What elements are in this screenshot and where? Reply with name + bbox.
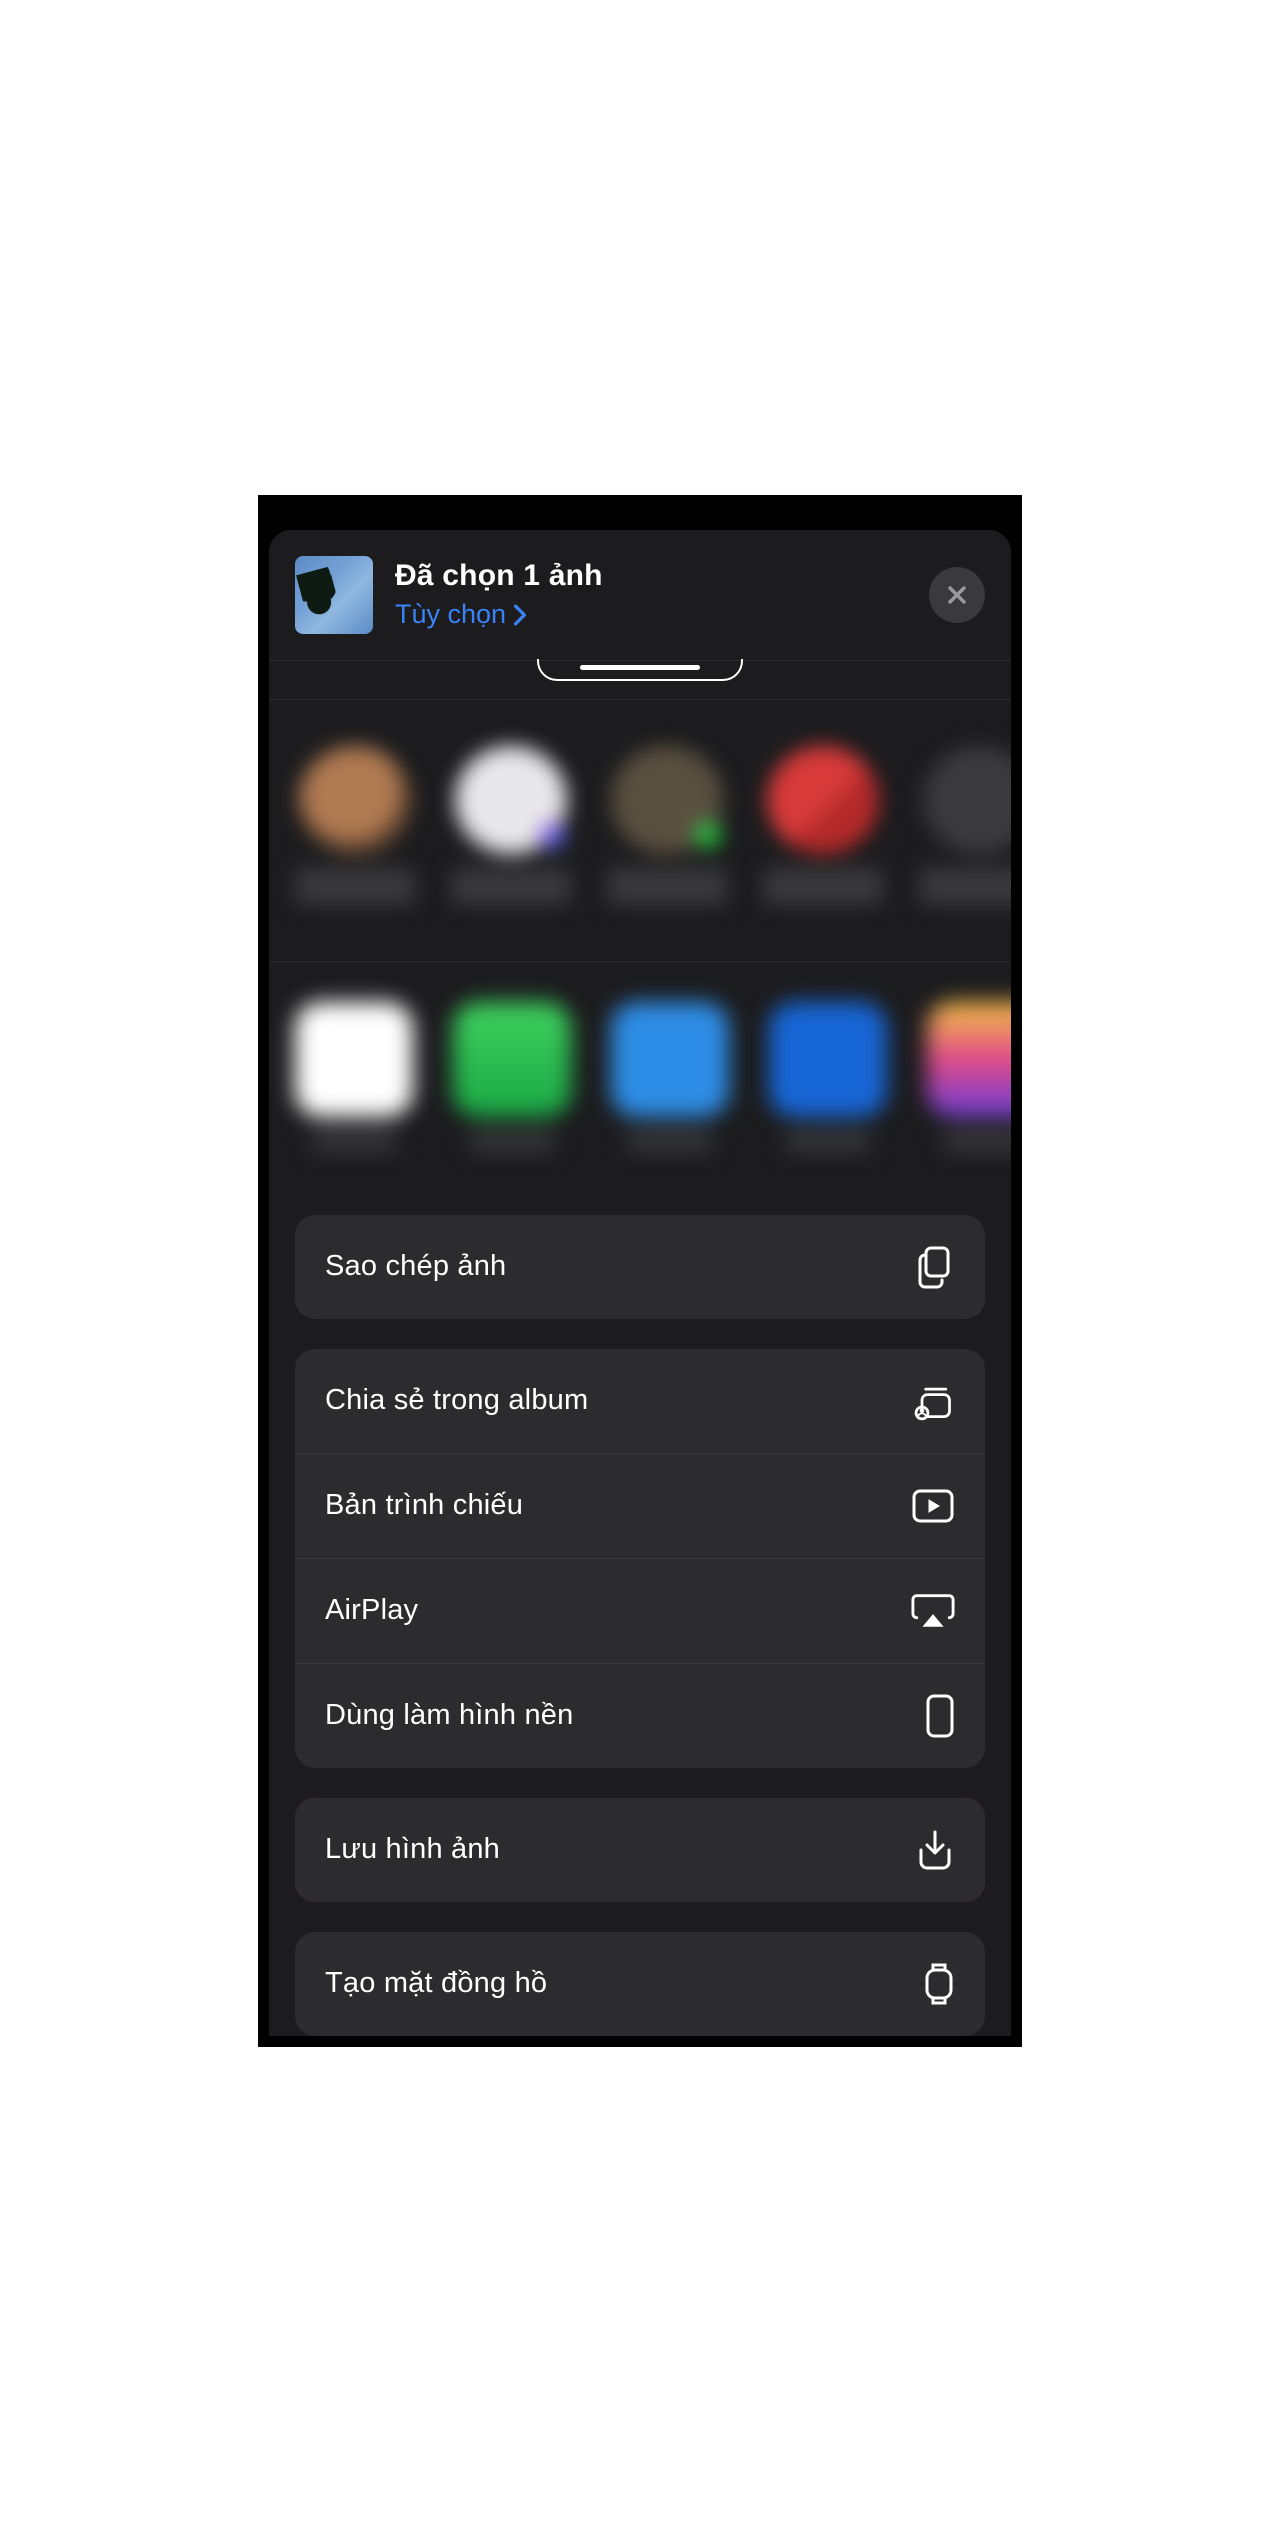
avatar	[923, 746, 1011, 855]
app-label	[786, 1131, 870, 1150]
share-app[interactable]	[927, 1002, 1011, 1150]
screen: Đã chọn 1 ảnh Tùy chọn	[269, 506, 1011, 2036]
avatar	[611, 746, 723, 855]
app-badge-icon	[539, 822, 565, 848]
share-apps-row	[269, 962, 1011, 1190]
device-frame: Đã chọn 1 ảnh Tùy chọn	[258, 495, 1022, 2047]
share-sheet: Đã chọn 1 ảnh Tùy chọn	[269, 530, 1011, 2036]
options-link[interactable]: Tùy chọn	[395, 599, 528, 630]
airdrop-contact[interactable]	[607, 746, 727, 906]
actions-list: Sao chép ảnh Chia sẻ trong album	[269, 1215, 1011, 2036]
sheet-header: Đã chọn 1 ảnh Tùy chọn	[269, 530, 1011, 661]
action-wallpaper[interactable]: Dùng làm hình nền	[295, 1664, 985, 1768]
selected-photo-thumbnail[interactable]	[295, 556, 373, 634]
app-tile-icon	[927, 1002, 1011, 1117]
share-app[interactable]	[453, 1002, 571, 1150]
action-label: Bản trình chiếu	[325, 1489, 523, 1522]
close-button[interactable]	[929, 567, 985, 623]
app-badge-icon	[695, 822, 721, 848]
avatar	[767, 746, 879, 855]
avatar	[299, 746, 411, 855]
share-app[interactable]	[769, 1002, 887, 1150]
play-rectangle-icon	[911, 1484, 955, 1528]
action-label: Lưu hình ảnh	[325, 1833, 500, 1866]
airdrop-contact[interactable]	[919, 746, 1011, 906]
download-icon	[911, 1828, 955, 1872]
share-app[interactable]	[611, 1002, 729, 1150]
action-slideshow[interactable]: Bản trình chiếu	[295, 1454, 985, 1558]
contact-label	[607, 868, 727, 905]
action-group: Chia sẻ trong album	[295, 1349, 985, 1768]
app-tile-icon	[453, 1002, 571, 1117]
app-tile-icon	[295, 1002, 413, 1117]
chevron-right-icon	[512, 604, 528, 626]
action-save-image[interactable]: Lưu hình ảnh	[295, 1798, 985, 1902]
contact-label	[295, 868, 415, 905]
action-label: Dùng làm hình nền	[325, 1699, 573, 1732]
contact-label	[763, 868, 883, 905]
airplay-icon	[911, 1589, 955, 1633]
app-label	[944, 1131, 1011, 1150]
close-icon	[945, 583, 969, 607]
action-airplay[interactable]: AirPlay	[295, 1559, 985, 1663]
action-create-watch-face[interactable]: Tạo mặt đồng hồ	[295, 1932, 985, 2036]
options-label: Tùy chọn	[395, 599, 506, 630]
share-app[interactable]	[295, 1002, 413, 1150]
action-group: Tạo mặt đồng hồ	[295, 1932, 985, 2036]
copy-icon	[911, 1245, 955, 1289]
airdrop-contacts-row	[269, 700, 1011, 963]
selection-title: Đã chọn 1 ảnh	[395, 559, 929, 593]
airdrop-contact[interactable]	[763, 746, 883, 906]
action-group-highlighted: Lưu hình ảnh	[295, 1798, 985, 1902]
airdrop-contact[interactable]	[295, 746, 415, 906]
contact-label	[451, 868, 571, 905]
apple-watch-icon	[911, 1962, 955, 2006]
action-label: Tạo mặt đồng hồ	[325, 1967, 547, 2000]
airdrop-contact[interactable]	[451, 746, 571, 906]
app-tile-icon	[769, 1002, 887, 1117]
action-group: Sao chép ảnh	[295, 1215, 985, 1319]
contact-label	[919, 868, 1011, 905]
action-share-album[interactable]: Chia sẻ trong album	[295, 1349, 985, 1453]
action-label: Chia sẻ trong album	[325, 1384, 588, 1417]
app-label	[470, 1131, 554, 1150]
sheet-grabber[interactable]	[537, 659, 743, 681]
header-text: Đã chọn 1 ảnh Tùy chọn	[395, 559, 929, 630]
action-copy-photo[interactable]: Sao chép ảnh	[295, 1215, 985, 1319]
iphone-icon	[911, 1694, 955, 1738]
shared-album-icon	[911, 1379, 955, 1423]
avatar	[455, 746, 567, 855]
app-label	[628, 1131, 712, 1150]
app-label	[312, 1131, 396, 1150]
app-tile-icon	[611, 1002, 729, 1117]
grabber-area	[269, 661, 1011, 700]
action-label: AirPlay	[325, 1594, 418, 1627]
action-label: Sao chép ảnh	[325, 1250, 506, 1283]
